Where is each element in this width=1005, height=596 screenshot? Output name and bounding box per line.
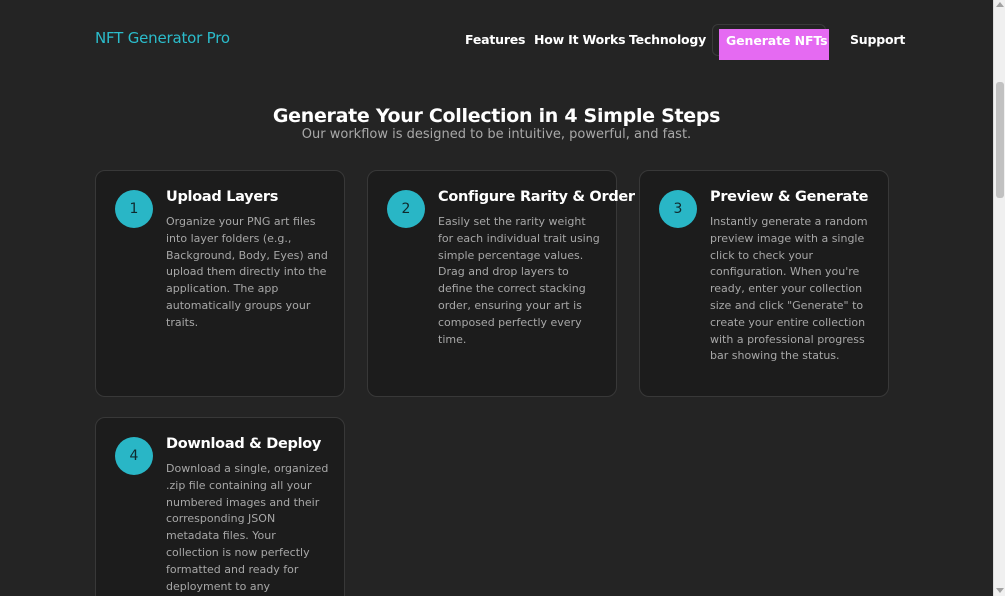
generate-nfts-button[interactable]: Generate NFTs: [719, 29, 829, 60]
step-title: Configure Rarity & Order: [438, 189, 635, 205]
brand-logo[interactable]: NFT Generator Pro: [95, 29, 230, 47]
section-title: Generate Your Collection in 4 Simple Ste…: [272, 104, 721, 127]
nav-technology[interactable]: Technology: [629, 32, 706, 47]
scroll-down-arrow-icon[interactable]: [996, 588, 1004, 593]
step-description: Instantly generate a random preview imag…: [710, 215, 868, 363]
step-number-badge: 1: [115, 190, 153, 228]
step-description: Easily set the rarity weight for each in…: [438, 215, 600, 346]
step-card-preview-generate: 3 Preview & Generate Instantly generate …: [639, 170, 889, 397]
step-title: Upload Layers: [166, 189, 279, 205]
step-card-download-deploy: 4 Download & Deploy Download a single, o…: [95, 417, 345, 596]
vertical-scrollbar[interactable]: [993, 0, 1005, 596]
page: NFT Generator Pro Features How It Works …: [0, 0, 993, 596]
step-card-upload-layers: 1 Upload Layers Organize your PNG art fi…: [95, 170, 345, 397]
step-number-badge: 3: [659, 190, 697, 228]
nav-features[interactable]: Features: [465, 32, 526, 47]
step-title: Preview & Generate: [710, 189, 869, 205]
step-card-configure-rarity: 2 Configure Rarity & Order Easily set th…: [367, 170, 635, 397]
step-number-badge: 4: [115, 437, 153, 475]
scroll-up-arrow-icon[interactable]: [996, 2, 1004, 7]
nav-support[interactable]: Support: [850, 32, 905, 47]
step-title: Download & Deploy: [166, 436, 322, 452]
step-number-badge: 2: [387, 190, 425, 228]
scroll-thumb[interactable]: [996, 82, 1004, 198]
section-subtitle: Our workflow is designed to be intuitive…: [301, 127, 692, 142]
nav-how-it-works[interactable]: How It Works: [534, 32, 626, 47]
step-description: Organize your PNG art files into layer f…: [166, 215, 328, 329]
step-description: Download a single, organized .zip file c…: [166, 462, 329, 593]
